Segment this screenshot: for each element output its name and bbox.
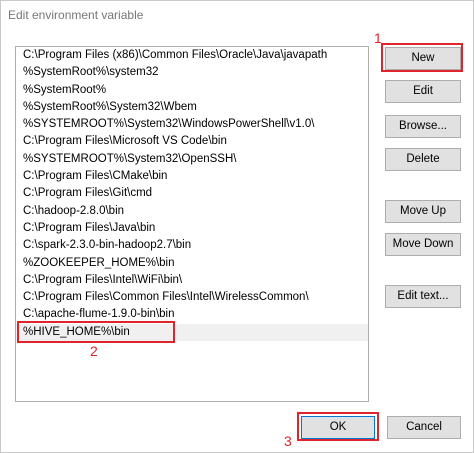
list-item[interactable]: %ZOOKEEPER_HOME%\bin [16, 255, 368, 272]
title-bar: Edit environment variable [1, 1, 473, 31]
list-item[interactable]: C:\Program Files\Common Files\Intel\Wire… [16, 289, 368, 306]
list-item[interactable]: %HIVE_HOME%\bin [16, 323, 368, 342]
list-item[interactable]: %SystemRoot%\system32 [16, 64, 368, 81]
cancel-button[interactable]: Cancel [387, 416, 461, 439]
list-item[interactable]: C:\Program Files\Microsoft VS Code\bin [16, 133, 368, 150]
move-up-button[interactable]: Move Up [385, 200, 461, 223]
edit-button[interactable]: Edit [385, 80, 461, 103]
window-title: Edit environment variable [8, 8, 144, 22]
list-item[interactable]: C:\Program Files\Intel\WiFi\bin\ [16, 272, 368, 289]
move-down-button[interactable]: Move Down [385, 233, 461, 256]
list-item[interactable]: C:\Program Files\CMake\bin [16, 168, 368, 185]
ok-button[interactable]: OK [301, 416, 375, 439]
list-item[interactable]: %SYSTEMROOT%\System32\OpenSSH\ [16, 151, 368, 168]
step-2-marker: 2 [90, 343, 98, 359]
list-item[interactable]: %SystemRoot%\System32\Wbem [16, 99, 368, 116]
step-3-marker: 3 [284, 433, 292, 449]
step-1-marker: 1 [374, 30, 382, 46]
list-item[interactable]: C:\Program Files\Java\bin [16, 220, 368, 237]
list-item[interactable]: C:\Program Files\Git\cmd [16, 185, 368, 202]
list-item[interactable]: C:\Program Files (x86)\Common Files\Orac… [16, 47, 368, 64]
list-item[interactable]: C:\spark-2.3.0-bin-hadoop2.7\bin [16, 237, 368, 254]
browse-button[interactable]: Browse... [385, 115, 461, 138]
edit-text-button[interactable]: Edit text... [385, 285, 461, 308]
new-button[interactable]: New [385, 47, 461, 70]
list-item[interactable]: C:\hadoop-2.8.0\bin [16, 203, 368, 220]
delete-button[interactable]: Delete [385, 148, 461, 171]
path-list[interactable]: C:\Program Files (x86)\Common Files\Orac… [15, 46, 369, 402]
edit-environment-variable-dialog: Edit environment variable C:\Program Fil… [0, 0, 474, 453]
list-item[interactable]: C:\apache-flume-1.9.0-bin\bin [16, 306, 368, 323]
list-item[interactable]: %SYSTEMROOT%\System32\WindowsPowerShell\… [16, 116, 368, 133]
list-item[interactable]: %SystemRoot% [16, 82, 368, 99]
